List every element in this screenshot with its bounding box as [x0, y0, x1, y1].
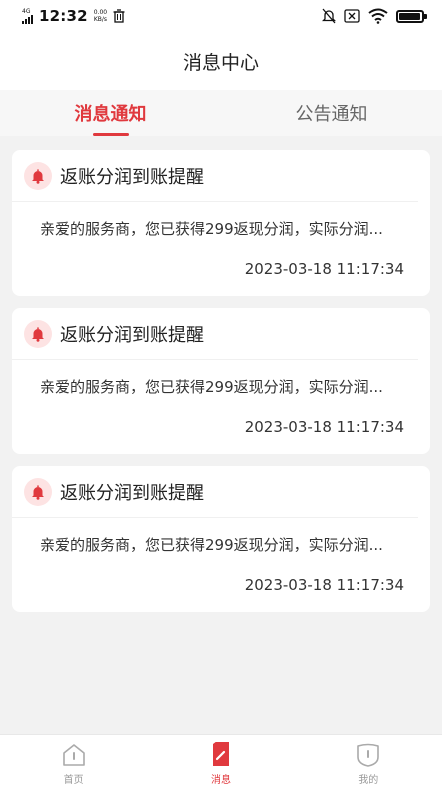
bottom-nav: 首页 消息 我的 — [0, 734, 442, 792]
message-body: 亲爱的服务商，您已获得299返现分润，实际分润... — [40, 220, 383, 238]
bell-icon — [24, 319, 52, 348]
message-time: 2023-03-18 11:17:34 — [244, 418, 404, 436]
page-title: 消息中心 — [182, 51, 259, 74]
network-speed: 0.00 KB/s — [94, 9, 107, 23]
battery-level — [399, 12, 420, 20]
speed-unit: KB/s — [93, 16, 108, 23]
trash-icon — [113, 9, 125, 23]
message-time: 2023-03-18 11:17:34 — [244, 260, 404, 278]
message-title: 返账分润到账提醒 — [60, 166, 204, 188]
active-tab-indicator — [92, 133, 129, 136]
tab-message-notifications[interactable]: 消息通知 — [0, 90, 221, 136]
bell-icon — [24, 477, 52, 506]
message-card-header: 返账分润到账提醒 — [12, 466, 418, 518]
page-header: 消息中心 — [0, 32, 442, 90]
home-icon — [62, 743, 85, 766]
clock: 12:32 — [39, 7, 88, 25]
status-left: 4G 12:32 0.00 KB/s — [22, 7, 125, 25]
profile-icon — [357, 743, 380, 767]
speed-value: 0.00 — [93, 9, 108, 16]
nav-messages[interactable]: 消息 — [147, 735, 294, 792]
nav-home[interactable]: 首页 — [0, 735, 147, 792]
tab-label: 公告通知 — [295, 104, 368, 125]
message-title: 返账分润到账提醒 — [60, 482, 204, 504]
tab-announcement-notifications[interactable]: 公告通知 — [221, 90, 442, 136]
nav-label: 消息 — [210, 774, 231, 786]
battery-icon — [396, 9, 427, 23]
message-icon — [212, 741, 229, 766]
nav-label: 我的 — [358, 774, 379, 786]
nav-label: 首页 — [63, 774, 84, 786]
message-card-header: 返账分润到账提醒 — [12, 150, 418, 202]
message-body: 亲爱的服务商，您已获得299返现分润，实际分润... — [40, 378, 383, 396]
message-card[interactable]: 返账分润到账提醒 亲爱的服务商，您已获得299返现分润，实际分润... 2023… — [12, 466, 430, 612]
mute-bell-icon — [322, 8, 336, 24]
message-card[interactable]: 返账分润到账提醒 亲爱的服务商，您已获得299返现分润，实际分润... 2023… — [12, 308, 430, 454]
bell-icon — [24, 161, 52, 190]
message-title: 返账分润到账提醒 — [60, 324, 204, 346]
signal-icon: 4G — [22, 8, 33, 24]
nav-profile[interactable]: 我的 — [295, 735, 442, 792]
wifi-icon — [368, 8, 388, 24]
message-body: 亲爱的服务商，您已获得299返现分润，实际分润... — [40, 536, 383, 554]
status-right — [322, 8, 427, 24]
status-bar: 4G 12:32 0.00 KB/s — [0, 0, 442, 32]
tab-label: 消息通知 — [74, 104, 147, 125]
message-card-header: 返账分润到账提醒 — [12, 308, 418, 360]
message-time: 2023-03-18 11:17:34 — [244, 576, 404, 594]
message-list: 返账分润到账提醒 亲爱的服务商，您已获得299返现分润，实际分润... 2023… — [12, 150, 430, 624]
message-card[interactable]: 返账分润到账提醒 亲爱的服务商，您已获得299返现分润，实际分润... 2023… — [12, 150, 430, 296]
tab-bar: 消息通知 公告通知 — [0, 90, 442, 136]
sim-off-icon — [344, 9, 360, 23]
